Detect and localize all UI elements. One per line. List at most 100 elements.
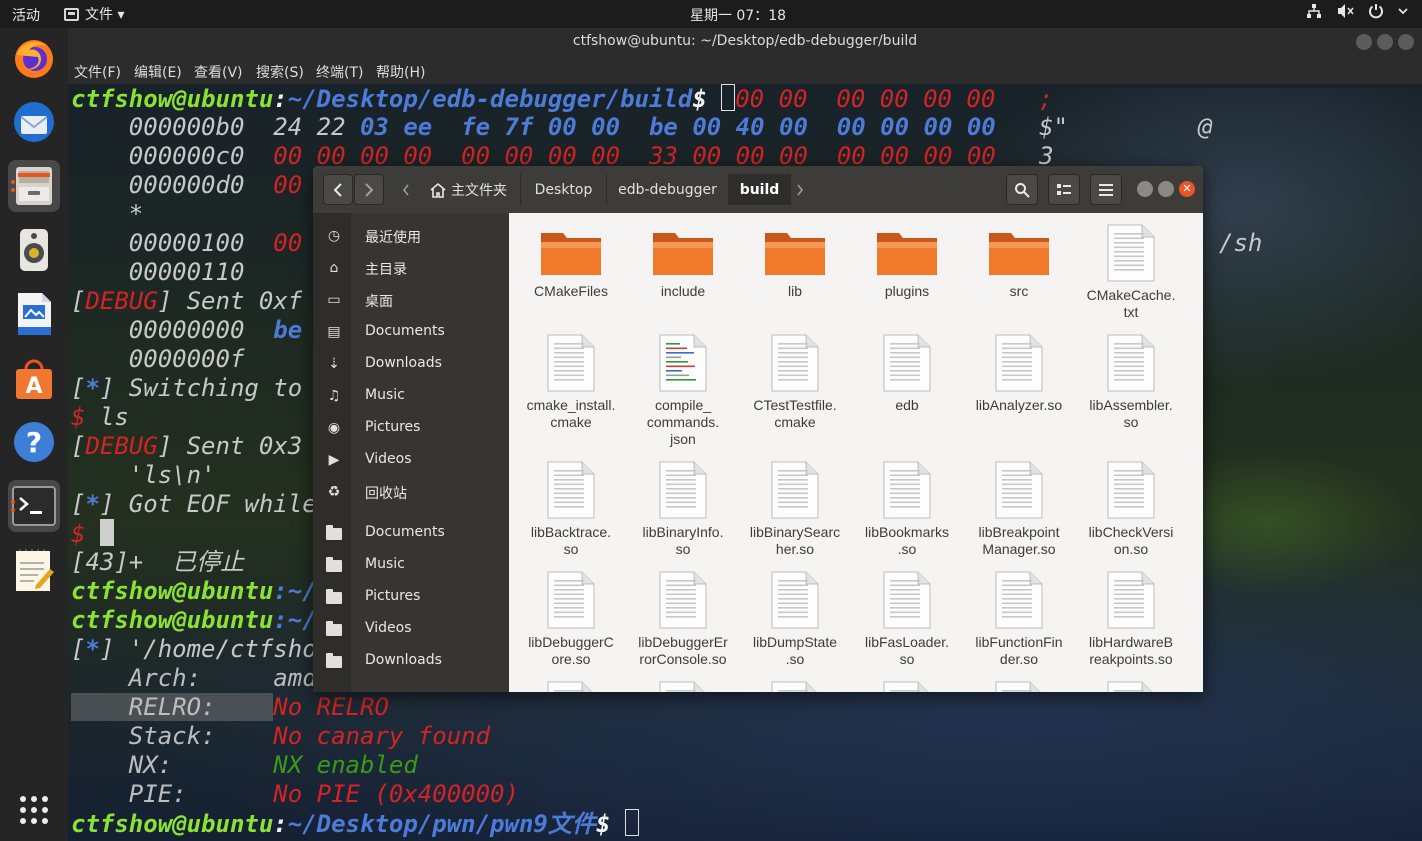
view-toggle-button[interactable] [1048, 174, 1080, 205]
file-name: libDebuggerC ore.so [528, 634, 614, 667]
rhythmbox-launcher[interactable] [8, 224, 60, 276]
file-manager-headerbar[interactable]: 主文件夹 Desktop edb-debugger build ✕ [313, 166, 1203, 213]
power-icon[interactable] [1368, 3, 1384, 19]
folder-item[interactable]: src [963, 223, 1075, 300]
menu-file[interactable]: 文件(F) [74, 62, 121, 82]
menu-button[interactable] [1090, 174, 1122, 205]
terminal-titlebar[interactable]: ctfshow@ubuntu: ~/Desktop/edb-debugger/b… [68, 28, 1422, 56]
clock[interactable]: 星期一 07：18 [0, 5, 1422, 25]
folder-item[interactable]: lib [739, 223, 851, 300]
file-item[interactable]: libDebuggerC ore.so [515, 570, 627, 668]
file-item[interactable]: libAssembler. so [1075, 333, 1187, 431]
close-button[interactable] [1398, 34, 1414, 50]
folder-icon [541, 233, 601, 275]
minimize-button[interactable] [1137, 181, 1153, 197]
terminal-launcher[interactable] [8, 480, 60, 532]
forward-button[interactable] [354, 174, 384, 205]
folder-item[interactable]: include [627, 223, 739, 300]
sidebar-item[interactable]: ▶ Videos [313, 445, 509, 475]
help-launcher[interactable]: ? [8, 416, 60, 468]
thunderbird-launcher[interactable] [8, 96, 60, 148]
file-item[interactable]: libDumpState .so [739, 570, 851, 668]
sidebar-item[interactable]: ▭ 桌面 [313, 285, 509, 315]
back-button[interactable] [323, 174, 353, 205]
top-bar: 活动 文件 ▾ 星期一 07：18 [0, 0, 1422, 28]
breadcrumb-build[interactable]: build [729, 174, 791, 205]
sidebar-item[interactable]: Music [313, 550, 509, 580]
file-item[interactable]: libDebuggerEr rorConsole.so [627, 570, 739, 668]
file-item[interactable]: compile_ commands. json [627, 333, 739, 448]
menu-terminal[interactable]: 终端(T) [316, 62, 363, 82]
sidebar-item[interactable]: Documents [313, 518, 509, 548]
search-button[interactable] [1006, 174, 1038, 205]
text-file-icon [659, 681, 705, 692]
file-item[interactable] [515, 680, 627, 692]
volume-icon[interactable] [1336, 3, 1354, 19]
file-item[interactable]: libBacktrace. so [515, 460, 627, 558]
minimize-button[interactable] [1356, 34, 1372, 50]
file-name: libDumpState .so [752, 634, 838, 667]
file-item[interactable] [1075, 680, 1187, 692]
file-item[interactable]: libFunctionFin der.so [963, 570, 1075, 668]
sidebar-item[interactable]: Downloads [313, 646, 509, 676]
sidebar-item-label: Documents [365, 323, 445, 339]
file-item[interactable]: libBinaryInfo. so [627, 460, 739, 558]
maximize-button[interactable] [1158, 181, 1174, 197]
folder-item[interactable]: CMakeFiles [515, 223, 627, 300]
text-file-icon [547, 334, 595, 392]
file-item[interactable] [963, 680, 1075, 692]
file-item[interactable]: CMakeCache. txt [1075, 223, 1187, 321]
sidebar-item[interactable]: ◷ 最近使用 [313, 221, 509, 251]
breadcrumb-desktop[interactable]: Desktop [521, 174, 607, 205]
file-item[interactable] [739, 680, 851, 692]
sidebar-item[interactable]: ⌂ 主目录 [313, 253, 509, 283]
menu-search[interactable]: 搜索(S) [256, 62, 304, 82]
close-button[interactable]: ✕ [1179, 181, 1195, 197]
sidebar-item[interactable]: ◉ Pictures [313, 413, 509, 443]
sidebar-item[interactable]: ♫ Music [313, 381, 509, 411]
firefox-launcher[interactable] [8, 32, 60, 84]
file-item[interactable]: libFasLoader. so [851, 570, 963, 668]
file-item[interactable]: libBreakpoint Manager.so [963, 460, 1075, 558]
file-name: libBacktrace. so [530, 524, 612, 557]
breadcrumb-edb-debugger[interactable]: edb-debugger [607, 174, 729, 205]
file-item[interactable]: CTestTestfile. cmake [739, 333, 851, 431]
system-tray[interactable] [1306, 3, 1408, 19]
chevron-down-icon[interactable] [1398, 3, 1408, 19]
file-item[interactable] [851, 680, 963, 692]
ubuntu-software-launcher[interactable]: A [8, 352, 60, 404]
menu-view[interactable]: 查看(V) [194, 62, 243, 82]
text-cursor [721, 84, 736, 111]
breadcrumb-home[interactable]: 主文件夹 [417, 174, 521, 205]
maximize-button[interactable] [1377, 34, 1393, 50]
sidebar-item[interactable]: Pictures [313, 582, 509, 612]
sidebar-item[interactable]: ▤ Documents [313, 317, 509, 347]
file-name: libAssembler. so [1089, 397, 1173, 430]
libreoffice-writer-launcher[interactable] [8, 288, 60, 340]
file-grid[interactable]: CMakeFiles include lib plugins src CMakeCache… [509, 213, 1203, 692]
file-item[interactable]: libBinarySearc her.so [739, 460, 851, 558]
network-icon[interactable] [1306, 3, 1322, 19]
file-item[interactable]: libHardwareB reakpoints.so [1075, 570, 1187, 668]
text-file-icon [771, 461, 819, 519]
trash-icon: ♻ [327, 484, 341, 500]
file-item[interactable]: libCheckVersi on.so [1075, 460, 1187, 558]
folder-item[interactable]: plugins [851, 223, 963, 300]
menu-edit[interactable]: 编辑(E) [134, 62, 182, 82]
sidebar-item[interactable]: ⇣ Downloads [313, 349, 509, 379]
file-item[interactable]: edb [851, 333, 963, 414]
show-applications-button[interactable] [8, 784, 60, 836]
text-editor-launcher[interactable] [8, 544, 60, 596]
file-item[interactable]: libBookmarks .so [851, 460, 963, 558]
terminal-line: ctfshow@ubuntu:~/Desktop/pwn/pwn9文件$ [71, 809, 1422, 838]
file-item[interactable]: libAnalyzer.so [963, 333, 1075, 414]
breadcrumb-scroll-left[interactable] [397, 174, 415, 205]
file-item[interactable]: cmake_install. cmake [515, 333, 627, 431]
file-manager-window[interactable]: 主文件夹 Desktop edb-debugger build ✕ ◷ 最近使用 ⌂… [313, 166, 1203, 692]
file-item[interactable] [627, 680, 739, 692]
menu-help[interactable]: 帮助(H) [376, 62, 425, 82]
files-launcher[interactable] [8, 160, 60, 212]
sidebar-item[interactable]: ♻ 回收站 [313, 477, 509, 507]
breadcrumb-scroll-right[interactable] [791, 174, 809, 205]
sidebar-item[interactable]: Videos [313, 614, 509, 644]
